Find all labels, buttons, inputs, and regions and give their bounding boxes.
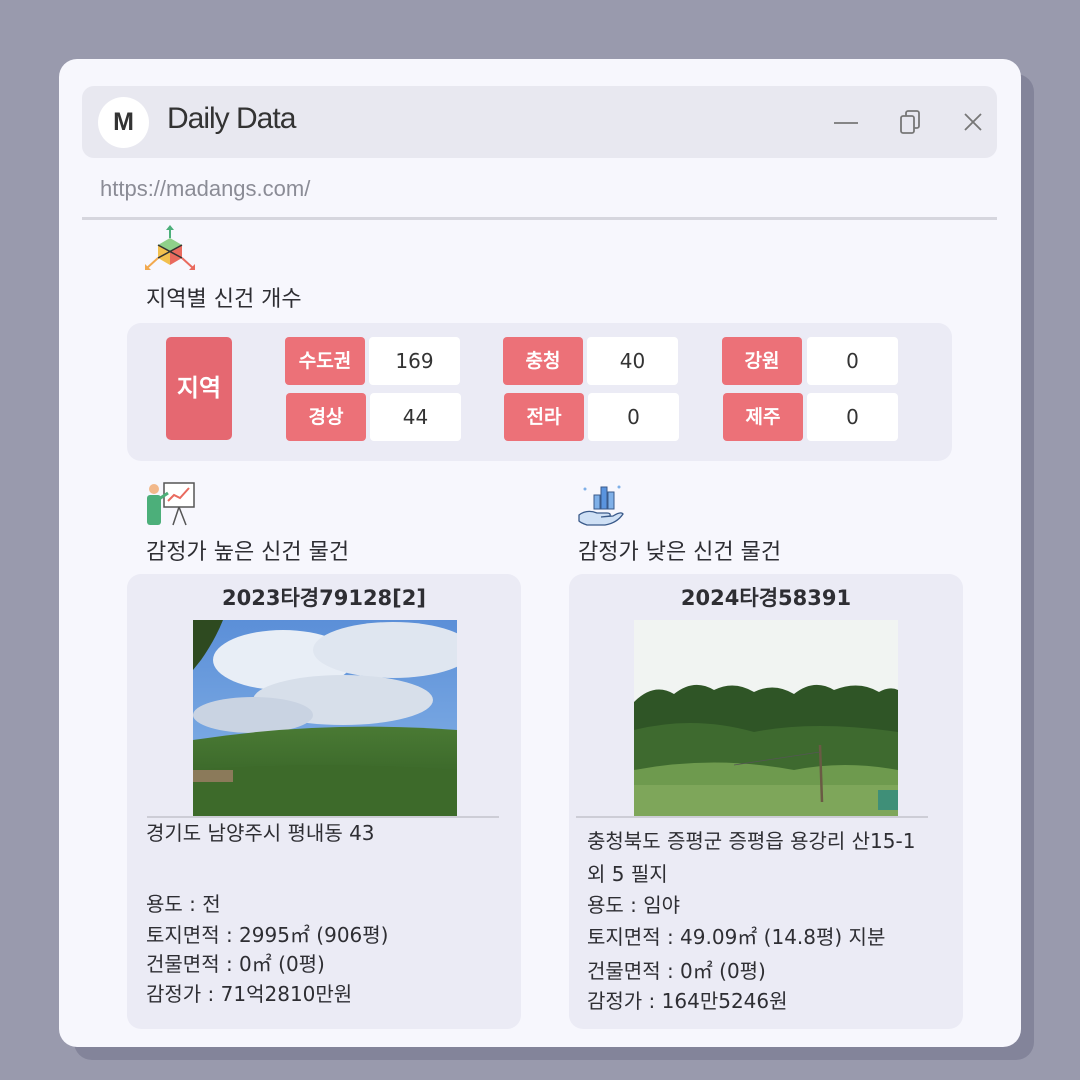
close-icon: [964, 113, 982, 131]
region-label-gyeongsang: 경상: [286, 393, 366, 441]
property-appraisal: 감정가 : 164만5246원: [587, 989, 788, 1013]
title-bar: M Daily Data: [82, 86, 997, 158]
region-value-capital: 169: [369, 337, 460, 385]
region-label-chungcheong: 충청: [503, 337, 583, 385]
property-address-line2: 외 5 필지: [587, 862, 668, 886]
region-label-jeolla: 전라: [504, 393, 584, 441]
high-appraisal-title: 감정가 높은 신건 물건: [146, 540, 350, 565]
region-value-jeolla: 0: [588, 393, 679, 441]
property-land-area: 토지면적 : 49.09㎡ (14.8평) 지분: [587, 925, 886, 949]
property-usage: 용도 : 전: [146, 892, 221, 916]
close-button[interactable]: [959, 108, 987, 136]
region-label-gangwon: 강원: [722, 337, 802, 385]
cube-axes-icon: [145, 225, 195, 270]
region-value-chungcheong: 40: [587, 337, 678, 385]
property-building-area: 건물면적 : 0㎡ (0평): [146, 952, 325, 976]
property-photo: [193, 620, 457, 816]
restore-icon: [900, 110, 920, 134]
minimize-button[interactable]: [832, 108, 860, 136]
property-usage: 용도 : 임야: [587, 893, 681, 917]
header-divider: [82, 217, 997, 220]
region-value-gyeongsang: 44: [370, 393, 461, 441]
region-label-jeju: 제주: [723, 393, 803, 441]
card-divider: [576, 816, 928, 818]
case-number[interactable]: 2023타경79128[2]: [127, 582, 521, 612]
region-header-badge: 지역: [166, 337, 232, 440]
presentation-chart-icon: [147, 482, 195, 526]
property-photo: [634, 620, 898, 816]
low-appraisal-card[interactable]: 2024타경58391 충청북도 증평군 증평읍 용강리 산15-1 외 5 필…: [569, 574, 963, 1029]
region-value-jeju: 0: [807, 393, 898, 441]
restore-button[interactable]: [897, 108, 925, 136]
app-title: Daily Data: [167, 102, 296, 135]
region-panel: 지역 수도권 169 충청 40 강원 0 경상 44 전라 0 제주 0: [127, 323, 952, 461]
property-building-area: 건물면적 : 0㎡ (0평): [587, 959, 766, 983]
property-address: 경기도 남양주시 평내동 43: [146, 821, 375, 845]
high-appraisal-card[interactable]: 2023타경79128[2] 경기도 남양주시 평내동 43 용도: 전 토지…: [127, 574, 521, 1029]
low-appraisal-title: 감정가 낮은 신건 물건: [578, 540, 782, 565]
regions-title: 지역별 신건 개수: [146, 287, 302, 312]
hand-bar-chart-icon: [578, 485, 624, 526]
property-address-line1: 충청북도 증평군 증평읍 용강리 산15-1: [587, 829, 916, 853]
region-value-gangwon: 0: [807, 337, 898, 385]
property-appraisal: 감정가 : 71억2810만원: [146, 982, 353, 1006]
url-text[interactable]: https://madangs.com/: [100, 176, 310, 202]
app-logo: M: [98, 97, 149, 148]
case-number[interactable]: 2024타경58391: [569, 582, 963, 612]
region-label-capital: 수도권: [285, 337, 365, 385]
minimize-icon: [834, 122, 858, 124]
app-window: M Daily Data https://madangs.com/ 지역별 신건…: [59, 59, 1021, 1047]
property-land-area: 토지면적 : 2995㎡ (906평): [146, 923, 389, 947]
